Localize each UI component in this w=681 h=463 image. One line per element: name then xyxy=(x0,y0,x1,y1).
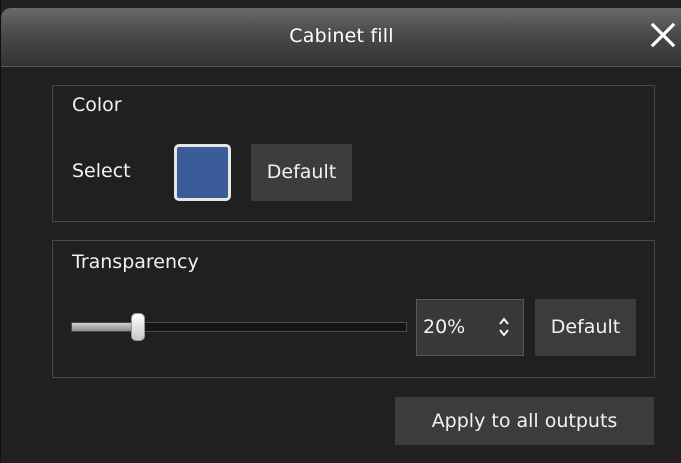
select-label: Select xyxy=(72,160,131,182)
close-icon xyxy=(650,22,676,48)
spinbox-value[interactable]: 20% xyxy=(423,316,465,338)
close-button[interactable] xyxy=(648,20,678,50)
transparency-spinbox[interactable]: 20% xyxy=(416,299,524,356)
spin-arrows-icon[interactable] xyxy=(497,314,511,340)
dialog-title: Cabinet fill xyxy=(289,25,394,47)
color-group: Color Select Default xyxy=(52,85,655,222)
transparency-group: Transparency 20% Default xyxy=(52,240,655,378)
color-swatch-button[interactable] xyxy=(174,144,231,201)
title-bar: Cabinet fill xyxy=(1,8,681,67)
apply-to-all-outputs-button[interactable]: Apply to all outputs xyxy=(395,397,654,445)
transparency-slider[interactable] xyxy=(71,322,407,332)
color-default-button[interactable]: Default xyxy=(251,144,352,201)
transparency-group-label: Transparency xyxy=(72,251,199,273)
slider-thumb[interactable] xyxy=(131,313,146,341)
cabinet-fill-dialog: Cabinet fill Color Select Default Transp… xyxy=(0,0,681,463)
transparency-default-button[interactable]: Default xyxy=(535,299,636,356)
color-group-label: Color xyxy=(72,94,122,116)
slider-fill xyxy=(72,323,140,331)
